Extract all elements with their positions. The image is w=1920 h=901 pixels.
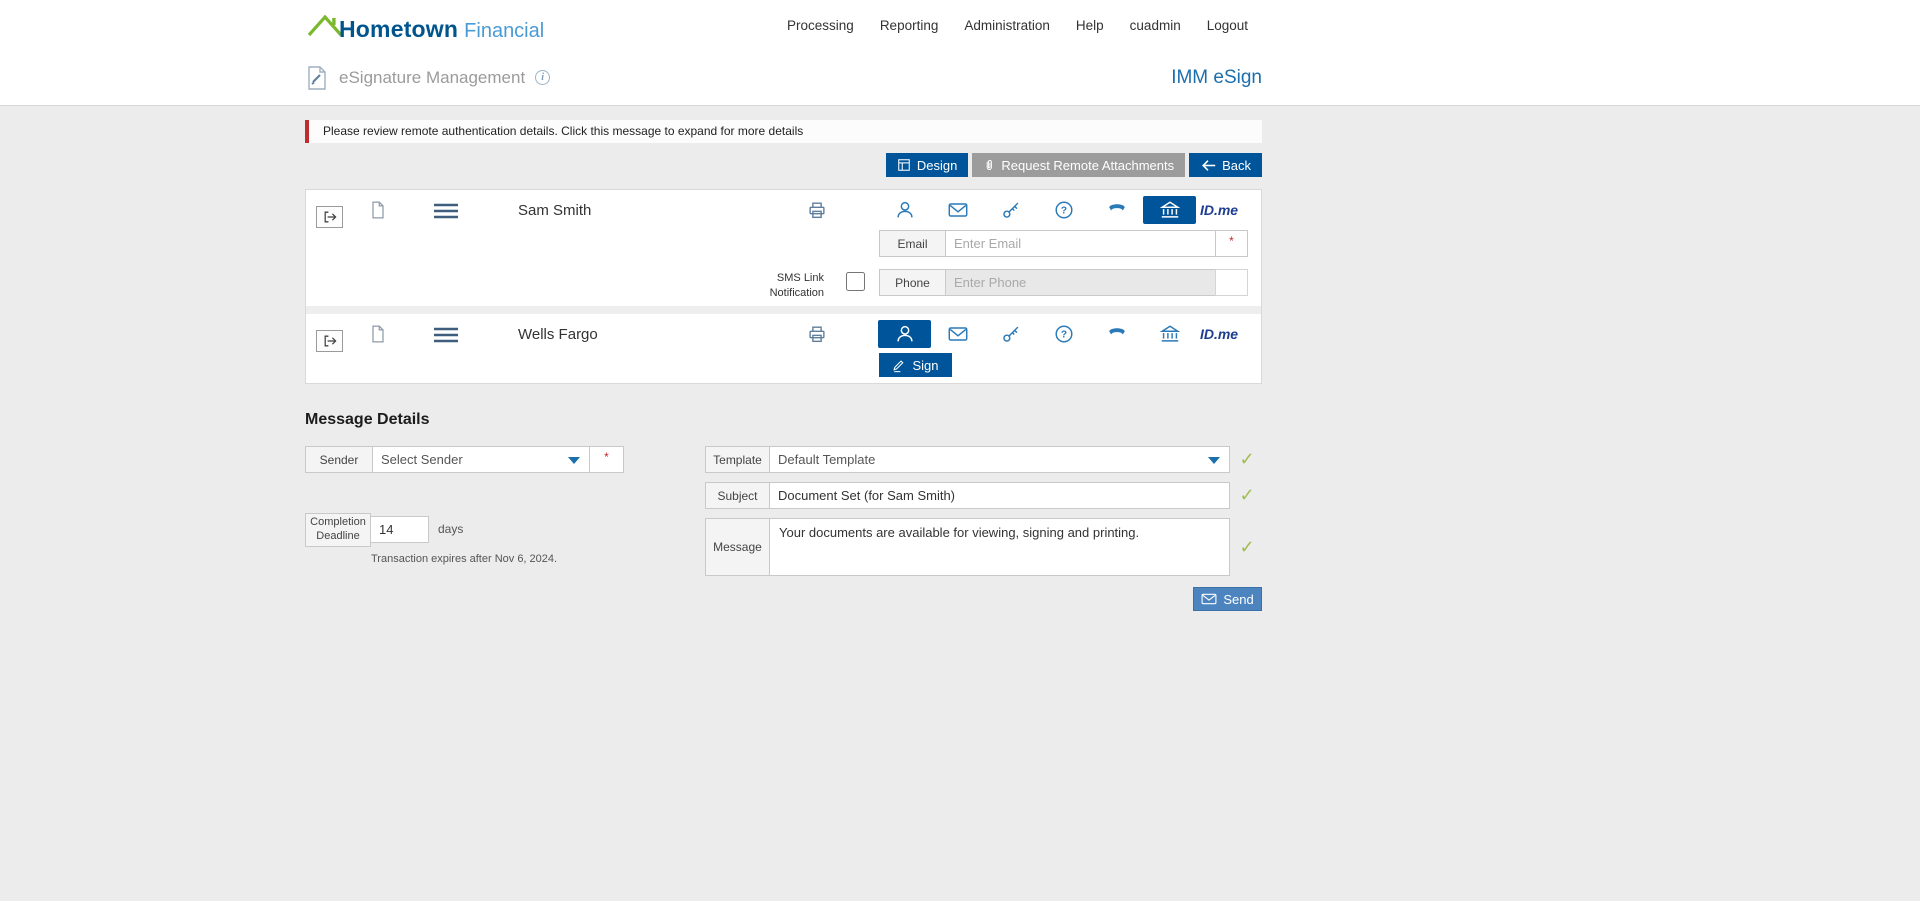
signing-options: ? ID.me [878,320,1242,348]
email-input[interactable] [945,230,1216,257]
top-bar: Hometown Financial Processing Reporting … [0,0,1920,50]
template-select[interactable]: Default Template [769,446,1230,473]
sender-select[interactable]: Select Sender [372,446,590,473]
logo-text-secondary: Financial [464,20,545,42]
security-question-icon[interactable]: ? [1037,196,1090,224]
phone-input[interactable] [945,269,1216,296]
sender-selected-value: Select Sender [381,452,463,467]
document-count-icon[interactable] [368,323,388,345]
message-valid-check-icon: ✓ [1239,536,1255,557]
subject-valid-check-icon: ✓ [1239,485,1255,505]
party-name: Wells Fargo [518,326,598,343]
nav-logout[interactable]: Logout [1207,18,1248,33]
email-required-indicator: * [1215,230,1248,257]
template-valid-check-icon: ✓ [1239,449,1255,469]
svg-text:?: ? [1060,330,1066,341]
parties-panel: Sam Smith ? ID.me Email Enter Email * SM… [305,189,1262,384]
back-button[interactable]: Back [1189,153,1262,177]
phone-call-icon[interactable] [1090,320,1143,348]
nav-reporting[interactable]: Reporting [880,18,939,33]
chevron-down-icon [1208,457,1220,464]
nav-user-cuadmin[interactable]: cuadmin [1130,18,1181,33]
signer-person-icon[interactable] [878,320,931,348]
logo-text-primary: Hometown [339,16,459,42]
chevron-down-icon [568,457,580,464]
party-row-sam-smith: Sam Smith ? ID.me Email Enter Email * SM… [306,190,1261,306]
push-arrow-icon [324,335,337,347]
phone-field-label: Phone [879,269,946,296]
nav-processing[interactable]: Processing [787,18,854,33]
print-icon[interactable] [806,323,828,345]
company-logo[interactable]: Hometown Financial [305,9,544,43]
sender-label: Sender [305,446,373,473]
paperclip-icon [987,160,993,170]
subject-label: Subject [705,482,770,509]
send-button[interactable]: Send [1193,587,1262,611]
phone-indicator-box [1215,269,1248,296]
party-name: Sam Smith [518,202,592,219]
alert-banner[interactable]: Please review remote authentication deta… [305,120,1262,143]
page-title: eSignature Management [339,67,526,87]
subject-input[interactable] [769,482,1230,509]
print-icon[interactable] [806,199,828,221]
idme-logo: ID.me [1199,202,1239,218]
completion-deadline-label: Completion Deadline [305,513,371,547]
expiry-note: Transaction expires after Nov 6, 2024. [371,553,558,565]
remote-authentication-bank-icon[interactable] [1143,320,1196,348]
svg-text:?: ? [1060,206,1066,217]
request-remote-attachments-button[interactable]: Request Remote Attachments [972,153,1186,177]
info-icon[interactable]: i [535,70,551,85]
email-field-label: Email [879,230,946,257]
security-question-icon[interactable]: ? [1037,320,1090,348]
push-signer-button[interactable] [316,206,343,228]
nav-administration[interactable]: Administration [964,18,1050,33]
idme-option[interactable]: ID.me [1196,320,1242,348]
message-textarea[interactable]: Your documents are available for viewing… [769,518,1230,576]
phone-call-icon[interactable] [1090,196,1143,224]
reorder-handle-icon[interactable] [434,327,458,343]
pen-icon [893,359,904,372]
design-icon [898,159,910,171]
esign-document-icon [308,65,326,90]
idme-logo: ID.me [1199,326,1239,342]
days-label: days [438,522,464,536]
password-key-icon[interactable] [984,196,1037,224]
reorder-handle-icon[interactable] [434,203,458,219]
template-label: Template [705,446,770,473]
party-row-wells-fargo: Wells Fargo ? ID.me Sign [306,314,1261,383]
email-delivery-icon[interactable] [931,196,984,224]
completion-deadline-input[interactable] [370,516,429,543]
idme-option[interactable]: ID.me [1196,196,1242,224]
toolbar: Design Request Remote Attachments Back [885,153,1262,177]
message-details-heading: Message Details [305,411,430,428]
password-key-icon[interactable] [984,320,1037,348]
back-arrow-icon [1202,159,1216,171]
push-signer-button[interactable] [316,330,343,352]
sms-link-notification-checkbox[interactable] [846,272,865,291]
design-button[interactable]: Design [885,153,969,177]
email-delivery-icon[interactable] [931,320,984,348]
document-count-icon[interactable] [368,199,388,221]
sender-required-indicator: * [589,446,624,473]
message-label: Message [705,518,770,576]
signer-person-icon[interactable] [878,196,931,224]
sms-link-notification-label: SMS Link Notification [769,272,824,299]
brand-imm-esign: IMM eSign [1171,66,1262,88]
push-arrow-icon [324,211,337,223]
sign-button[interactable]: Sign [879,353,952,377]
nav-help[interactable]: Help [1076,18,1104,33]
send-envelope-icon [1201,593,1217,605]
signing-options: ? ID.me [878,196,1242,224]
remote-authentication-bank-icon[interactable] [1143,196,1196,224]
page-header: eSignature Management i IMM eSign [0,50,1920,106]
template-selected-value: Default Template [778,452,876,467]
top-navigation: Processing Reporting Administration Help… [787,0,1248,50]
